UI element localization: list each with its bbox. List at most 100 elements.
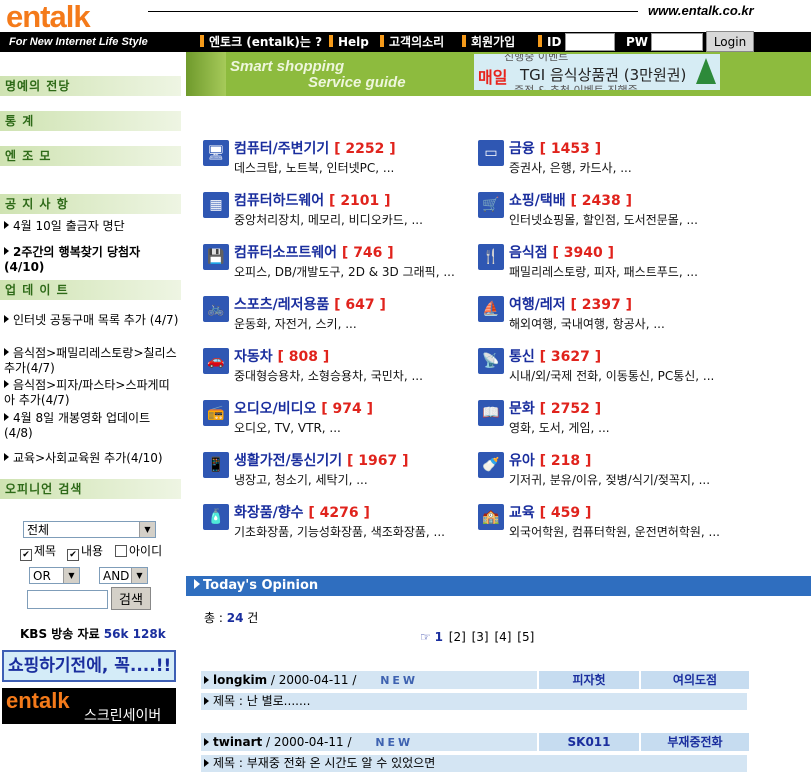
page-link-2[interactable]: [2] <box>449 630 466 644</box>
page-link-4[interactable]: [4] <box>494 630 511 644</box>
shopping-tip-banner[interactable]: 쇼핑하기전에, 꼭....!! <box>2 650 176 682</box>
menu-enjomo[interactable]: 엔 조 모 <box>0 146 181 166</box>
category-subtitle: 냉장고, 청소기, 세탁기, ... <box>234 473 368 487</box>
category-item[interactable]: 🛒 쇼핑/택배 [ 2438 ] 인터넷쇼핑몰, 할인점, 도서전문몰, ... <box>478 192 748 240</box>
id-input[interactable] <box>565 33 615 51</box>
tagline: For New Internet Life Style <box>9 36 148 48</box>
category-subtitle: 오피스, DB/개발도구, 2D & 3D 그래픽, ... <box>234 265 455 279</box>
post-branch-tag[interactable]: 부재중전화 <box>639 733 749 751</box>
opinion-title: Today's Opinion <box>194 578 318 593</box>
notice-item[interactable]: 4월 10일 출금자 명단 <box>4 219 180 234</box>
search-scope-value: 전체 <box>27 523 50 537</box>
category-item[interactable]: 💾 컴퓨터소프트웨어 [ 746 ] 오피스, DB/개발도구, 2D & 3D 그… <box>203 244 473 292</box>
category-item[interactable]: ▦ 컴퓨터하드웨어 [ 2101 ] 중앙처리장치, 메모리, 비디오카드, ... <box>203 192 473 240</box>
page-link-3[interactable]: [3] <box>472 630 489 644</box>
login-button[interactable]: Login <box>706 31 754 52</box>
post-shop-tag[interactable]: SK011 <box>537 733 639 751</box>
category-subtitle: 시내/외/국제 전화, 이동통신, PC통신, ... <box>509 369 715 383</box>
nav-about-label: 엔토크 (entalk)는 ? <box>209 35 323 49</box>
nav-marker-icon <box>380 35 384 47</box>
page-link-1[interactable]: 1 <box>435 630 443 644</box>
tree-icon <box>696 58 716 84</box>
category-title-label: 컴퓨터/주변기기 <box>234 141 330 157</box>
bullet-icon <box>204 738 209 746</box>
update-item-label: 음식점>피자/파스타>스파게띠아 추가(4/7) <box>4 378 170 407</box>
category-item[interactable]: 🍼 유아 [ 218 ] 기저귀, 분유/이유, 젖병/식기/젖꼭지, ... <box>478 452 748 500</box>
nav-feedback[interactable]: 고객의소리 <box>380 33 444 51</box>
nav-signup[interactable]: 회원가입 <box>462 33 515 51</box>
category-item[interactable]: 📖 문화 [ 2752 ] 영화, 도서, 게임, ... <box>478 400 748 448</box>
category-title-label: 음식점 <box>509 245 548 261</box>
entalk-logo[interactable]: entalk <box>6 0 91 34</box>
nav-help[interactable]: Help <box>329 33 369 51</box>
kbs-128k-link[interactable]: 128k <box>133 627 166 641</box>
post-branch-tag[interactable]: 여의도점 <box>639 671 749 689</box>
checkbox-empty-icon <box>115 545 127 557</box>
category-item[interactable]: 📱 생활가전/통신기기 [ 1967 ] 냉장고, 청소기, 세탁기, ... <box>203 452 473 500</box>
screensaver-banner[interactable]: entalk 스크린세이버 <box>2 688 176 724</box>
nav-feedback-label: 고객의소리 <box>389 35 445 49</box>
category-title-label: 금융 <box>509 141 535 157</box>
update-item-label: 교육>사회교육원 추가(4/10) <box>13 451 163 465</box>
update-item[interactable]: 교육>사회교육원 추가(4/10) <box>4 451 180 466</box>
menu-hall-of-fame[interactable]: 명예의 전당 <box>0 76 181 96</box>
category-title-label: 자동차 <box>234 349 273 365</box>
category-item[interactable]: 🏫 교육 [ 459 ] 외국어학원, 컴퓨터학원, 운전면허학원, ... <box>478 504 748 552</box>
category-item[interactable]: 📻 오디오/비디오 [ 974 ] 오디오, TV, VTR, ... <box>203 400 473 448</box>
check-title-label: 제목 <box>34 544 57 558</box>
kbs-resources: KBS 방송 자료 56k 128k <box>20 625 166 642</box>
category-title: 음식점 [ 3940 ] <box>509 242 614 262</box>
search-button[interactable]: 검색 <box>111 587 151 610</box>
category-title: 컴퓨터소프트웨어 [ 746 ] <box>234 242 394 262</box>
category-item[interactable]: ⛵ 여행/레저 [ 2397 ] 해외여행, 국내여행, 항공사, ... <box>478 296 748 344</box>
category-title: 컴퓨터/주변기기 [ 2252 ] <box>234 138 396 158</box>
post-date: / 2000-04-11 / <box>262 735 356 749</box>
category-title: 자동차 [ 808 ] <box>234 346 329 366</box>
search-scope-select[interactable]: 전체 ▼ <box>23 521 156 538</box>
category-title-label: 컴퓨터하드웨어 <box>234 193 325 209</box>
check-title[interactable]: ✔ 제목 <box>20 545 56 561</box>
nav-about[interactable]: 엔토크 (entalk)는 ? <box>200 33 322 51</box>
bullet-icon <box>4 315 9 323</box>
check-id[interactable]: 아이디 <box>115 545 162 558</box>
category-title-label: 오디오/비디오 <box>234 401 317 417</box>
update-item[interactable]: 4월 8일 개봉영화 업데이트 (4/8) <box>4 411 180 441</box>
check-content[interactable]: ✔ 내용 <box>67 545 103 561</box>
update-item[interactable]: 인터넷 공동구매 목록 추가 (4/7) <box>4 313 180 328</box>
category-subtitle: 증권사, 은행, 카드사, ... <box>509 161 632 175</box>
category-title: 교육 [ 459 ] <box>509 502 591 522</box>
post-user-link[interactable]: twinart <box>213 735 262 749</box>
category-item[interactable]: 📡 통신 [ 3627 ] 시내/외/국제 전화, 이동통신, PC통신, ... <box>478 348 748 396</box>
search-op2-value: AND <box>103 569 130 583</box>
password-input[interactable] <box>651 33 703 51</box>
category-item[interactable]: 🍴 음식점 [ 3940 ] 패밀리레스토랑, 피자, 패스트푸드, ... <box>478 244 748 292</box>
category-count: [ 974 ] <box>321 401 374 417</box>
update-item[interactable]: 음식점>패밀리레스토랑>칠리스 추가(4/7) <box>4 346 180 376</box>
page-link-5[interactable]: [5] <box>517 630 534 644</box>
update-item[interactable]: 음식점>피자/파스타>스파게띠아 추가(4/7) <box>4 378 180 408</box>
post-shop-tag[interactable]: 피자헛 <box>537 671 639 689</box>
notice-item[interactable]: 2주간의 행복찾기 당첨자 (4/10) <box>4 245 180 275</box>
post-subject-row[interactable]: 제목 : 부재중 전화 온 시간도 알 수 있었으면 <box>201 755 747 772</box>
check-content-label: 내용 <box>81 544 104 558</box>
category-item[interactable]: 🚲 스포츠/레저용품 [ 647 ] 운동화, 자전거, 스키, ... <box>203 296 473 344</box>
kbs-56k-link[interactable]: 56k <box>104 627 129 641</box>
category-item[interactable]: 🚗 자동차 [ 808 ] 중대형승용차, 소형승용차, 국민차, ... <box>203 348 473 396</box>
event-ad-banner[interactable]: 진행중 이벤트 매일 TGI 음식상품권 (3만원권) 증정 & 추첨 이벤트 … <box>474 54 720 90</box>
category-item[interactable]: ▭ 금융 [ 1453 ] 증권사, 은행, 카드사, ... <box>478 140 748 188</box>
post-user-link[interactable]: longkim <box>213 673 267 687</box>
chevron-down-icon: ▼ <box>139 522 155 537</box>
post-subject-row[interactable]: 제목 : 난 별로....... <box>201 693 747 710</box>
search-op1-select[interactable]: OR ▼ <box>29 567 80 584</box>
category-count: [ 4276 ] <box>308 505 370 521</box>
category-item[interactable]: 🖥 컴퓨터/주변기기 [ 2252 ] 데스크탑, 노트북, 인터넷PC, ... <box>203 140 473 188</box>
category-item[interactable]: 🧴 화장품/향수 [ 4276 ] 기초화장품, 기능성화장품, 색조화장품, ..… <box>203 504 473 552</box>
search-op2-select[interactable]: AND ▼ <box>99 567 148 584</box>
category-count: [ 808 ] <box>277 349 330 365</box>
post-date: / 2000-04-11 / <box>267 673 361 687</box>
phone-icon: 📱 <box>203 452 229 478</box>
menu-statistics[interactable]: 통 계 <box>0 111 181 131</box>
search-input[interactable] <box>27 590 108 609</box>
nav-marker-icon <box>462 35 466 47</box>
kbs-label: KBS 방송 자료 <box>20 627 100 641</box>
